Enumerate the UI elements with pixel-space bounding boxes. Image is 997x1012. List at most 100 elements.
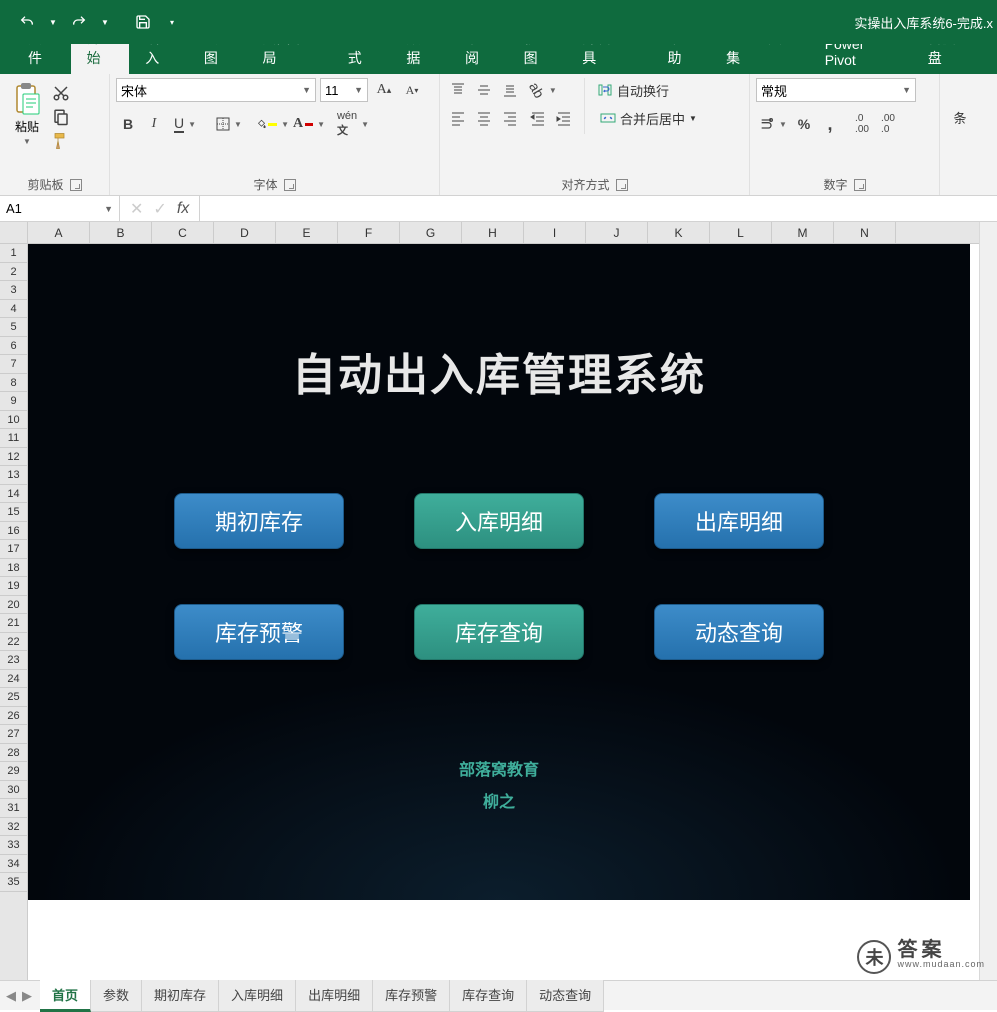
select-all-corner[interactable] xyxy=(0,222,28,244)
vertical-scrollbar[interactable] xyxy=(979,222,997,980)
redo-button[interactable] xyxy=(62,7,96,37)
underline-button[interactable]: U▼ xyxy=(168,112,202,136)
row-header-3[interactable]: 3 xyxy=(0,281,27,300)
paste-button[interactable]: 粘贴 ▼ xyxy=(6,78,48,146)
row-header-13[interactable]: 13 xyxy=(0,466,27,485)
row-header-24[interactable]: 24 xyxy=(0,670,27,689)
row-header-31[interactable]: 31 xyxy=(0,799,27,818)
row-header-28[interactable]: 28 xyxy=(0,744,27,763)
align-middle-button[interactable] xyxy=(472,78,496,102)
row-header-12[interactable]: 12 xyxy=(0,448,27,467)
sheet-tab-2[interactable]: 期初库存 xyxy=(142,980,219,1012)
align-right-button[interactable] xyxy=(498,106,522,130)
align-left-button[interactable] xyxy=(446,106,470,130)
row-header-34[interactable]: 34 xyxy=(0,855,27,874)
sheet-tab-7[interactable]: 动态查询 xyxy=(527,980,604,1012)
row-header-8[interactable]: 8 xyxy=(0,374,27,393)
column-header-A[interactable]: A xyxy=(28,222,90,243)
clipboard-dialog-launcher[interactable] xyxy=(70,179,82,191)
undo-dropdown[interactable]: ▼ xyxy=(46,7,60,37)
row-header-15[interactable]: 15 xyxy=(0,503,27,522)
qat-customize[interactable]: ▾ xyxy=(162,7,182,37)
sheet-nav-next[interactable]: ▶ xyxy=(22,988,32,1004)
sheet-tab-6[interactable]: 库存查询 xyxy=(450,980,527,1012)
cut-icon[interactable] xyxy=(52,84,70,102)
comma-button[interactable]: , xyxy=(818,112,842,136)
border-button[interactable]: ▼ xyxy=(212,112,246,136)
accounting-format-button[interactable]: ▼ xyxy=(756,112,790,136)
sheet-nav-prev[interactable]: ◀ xyxy=(6,988,16,1004)
row-header-1[interactable]: 1 xyxy=(0,244,27,263)
sheet-tab-4[interactable]: 出库明细 xyxy=(296,980,373,1012)
redo-dropdown[interactable]: ▼ xyxy=(98,7,112,37)
decrease-font-button[interactable]: A▾ xyxy=(400,78,424,102)
column-header-M[interactable]: M xyxy=(772,222,834,243)
column-header-C[interactable]: C xyxy=(152,222,214,243)
row-header-30[interactable]: 30 xyxy=(0,781,27,800)
row-header-33[interactable]: 33 xyxy=(0,836,27,855)
decrease-decimal-button[interactable]: .00.0 xyxy=(876,112,900,136)
row-header-32[interactable]: 32 xyxy=(0,818,27,837)
row-header-16[interactable]: 16 xyxy=(0,522,27,541)
font-name-combo[interactable]: 宋体▼ xyxy=(116,78,316,102)
percent-button[interactable]: % xyxy=(792,112,816,136)
dashboard-button-2[interactable]: 出库明细 xyxy=(654,493,824,549)
format-painter-icon[interactable] xyxy=(52,132,70,150)
font-size-combo[interactable]: 11▼ xyxy=(320,78,368,102)
font-color-button[interactable]: A▼ xyxy=(292,112,326,136)
row-header-20[interactable]: 20 xyxy=(0,596,27,615)
increase-decimal-button[interactable]: .0.00 xyxy=(850,112,874,136)
sheet-tab-0[interactable]: 首页 xyxy=(40,980,91,1012)
row-header-9[interactable]: 9 xyxy=(0,392,27,411)
cancel-formula-icon[interactable]: ✕ xyxy=(130,199,143,219)
dashboard-button-0[interactable]: 期初库存 xyxy=(174,493,344,549)
row-header-17[interactable]: 17 xyxy=(0,540,27,559)
row-header-27[interactable]: 27 xyxy=(0,725,27,744)
copy-icon[interactable] xyxy=(52,108,70,126)
row-header-6[interactable]: 6 xyxy=(0,337,27,356)
column-header-G[interactable]: G xyxy=(400,222,462,243)
bold-button[interactable]: B xyxy=(116,112,140,136)
undo-button[interactable] xyxy=(10,7,44,37)
align-center-button[interactable] xyxy=(472,106,496,130)
formula-input[interactable] xyxy=(200,196,997,221)
number-format-combo[interactable]: 常规▼ xyxy=(756,78,916,102)
row-header-11[interactable]: 11 xyxy=(0,429,27,448)
sheet-tab-3[interactable]: 入库明细 xyxy=(219,980,296,1012)
cells-grid[interactable]: 自动出入库管理系统 期初库存入库明细出库明细 库存预警库存查询动态查询 部落窝教… xyxy=(28,244,997,980)
name-box[interactable]: A1▼ xyxy=(0,196,120,221)
row-header-19[interactable]: 19 xyxy=(0,577,27,596)
italic-button[interactable]: I xyxy=(142,112,166,136)
fill-color-button[interactable]: ▼ xyxy=(256,112,290,136)
row-header-25[interactable]: 25 xyxy=(0,688,27,707)
align-bottom-button[interactable] xyxy=(498,78,522,102)
orientation-button[interactable]: ab▼ xyxy=(526,78,560,102)
column-header-D[interactable]: D xyxy=(214,222,276,243)
row-header-14[interactable]: 14 xyxy=(0,485,27,504)
dashboard-button-4[interactable]: 库存查询 xyxy=(414,604,584,660)
column-header-I[interactable]: I xyxy=(524,222,586,243)
enter-formula-icon[interactable]: ✓ xyxy=(153,199,166,219)
row-header-7[interactable]: 7 xyxy=(0,355,27,374)
row-header-26[interactable]: 26 xyxy=(0,707,27,726)
alignment-dialog-launcher[interactable] xyxy=(616,179,628,191)
increase-indent-button[interactable] xyxy=(552,106,576,130)
merge-center-button[interactable]: 合并后居中 ▼ xyxy=(593,106,704,130)
dashboard-button-1[interactable]: 入库明细 xyxy=(414,493,584,549)
column-header-B[interactable]: B xyxy=(90,222,152,243)
dashboard-button-5[interactable]: 动态查询 xyxy=(654,604,824,660)
column-header-L[interactable]: L xyxy=(710,222,772,243)
wrap-text-button[interactable]: 自动换行 xyxy=(593,78,704,102)
column-header-N[interactable]: N xyxy=(834,222,896,243)
column-header-K[interactable]: K xyxy=(648,222,710,243)
sheet-tab-1[interactable]: 参数 xyxy=(91,980,142,1012)
row-header-18[interactable]: 18 xyxy=(0,559,27,578)
row-header-5[interactable]: 5 xyxy=(0,318,27,337)
column-header-H[interactable]: H xyxy=(462,222,524,243)
column-header-F[interactable]: F xyxy=(338,222,400,243)
row-header-22[interactable]: 22 xyxy=(0,633,27,652)
row-header-4[interactable]: 4 xyxy=(0,300,27,319)
row-header-35[interactable]: 35 xyxy=(0,873,27,892)
number-dialog-launcher[interactable] xyxy=(854,179,866,191)
sheet-tab-5[interactable]: 库存预警 xyxy=(373,980,450,1012)
